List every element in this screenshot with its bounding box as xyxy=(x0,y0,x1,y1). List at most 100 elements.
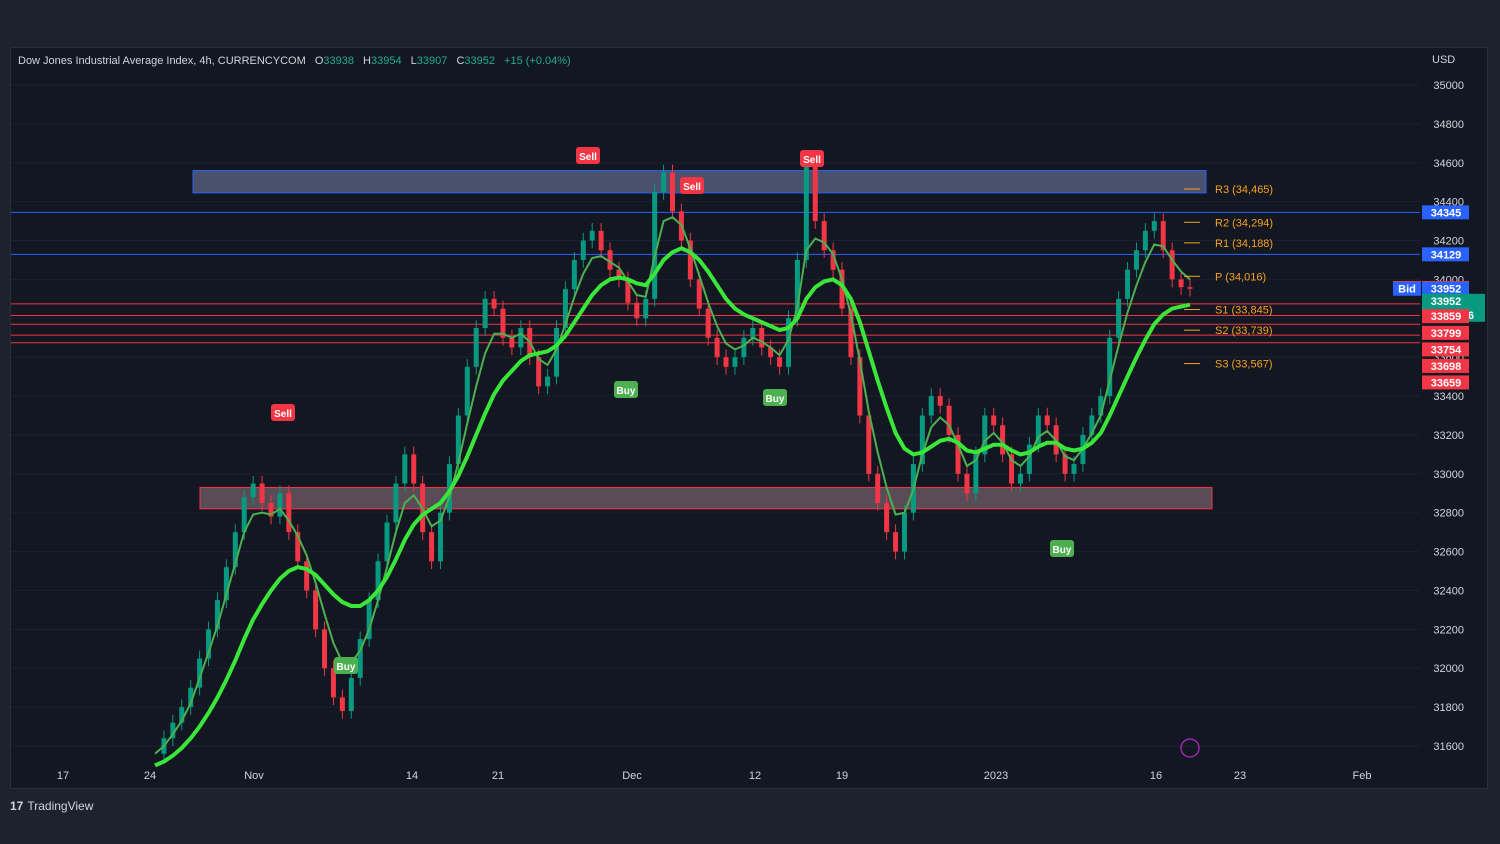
candle-body xyxy=(991,415,997,426)
x-tick-label: Feb xyxy=(1353,770,1372,782)
candle-body xyxy=(277,493,283,517)
buy-signal-label: Buy xyxy=(617,386,636,397)
y-tick-label: 31600 xyxy=(1433,741,1464,753)
candle-body xyxy=(1187,287,1193,289)
candle-body xyxy=(304,561,310,591)
candle-body xyxy=(741,337,747,358)
x-tick-label: 17 xyxy=(57,770,69,782)
y-tick-label: 31800 xyxy=(1433,702,1464,714)
price-tag-label: 33659 xyxy=(1431,377,1462,389)
open-value: 33938 xyxy=(323,55,354,67)
price-tag-label: 33754 xyxy=(1431,344,1462,356)
x-tick-label: 12 xyxy=(749,770,761,782)
candle-body xyxy=(1116,298,1122,338)
candle-body xyxy=(393,483,399,523)
sell-signal-label: Sell xyxy=(683,182,701,193)
candle-body xyxy=(384,522,390,562)
high-value: 33954 xyxy=(371,55,402,67)
candle-body xyxy=(901,512,907,552)
high-label: H xyxy=(363,55,371,67)
pivot-label: R3 (34,465) xyxy=(1215,184,1273,196)
price-tag-label: 33952 xyxy=(1431,296,1462,308)
brand-name: TradingView xyxy=(27,799,94,813)
candle-body xyxy=(1133,250,1139,270)
sell-signal-label: Sell xyxy=(579,152,597,163)
pivot-label: S2 (33,739) xyxy=(1215,325,1272,337)
candle-body xyxy=(893,532,899,552)
candle-body xyxy=(634,302,640,319)
candle-body xyxy=(402,454,408,484)
candle-body xyxy=(545,376,551,387)
candle-body xyxy=(1142,230,1148,251)
candle-body xyxy=(714,337,720,358)
candle-body xyxy=(723,357,729,367)
y-tick-label: 34200 xyxy=(1433,236,1464,248)
candle-body xyxy=(580,240,586,260)
price-tag-label: 33799 xyxy=(1431,328,1462,340)
x-tick-label: 24 xyxy=(144,770,156,782)
tradingview-logo-icon: 17 xyxy=(10,799,24,813)
change-value: +15 (+0.04%) xyxy=(504,55,571,67)
candle-body xyxy=(250,483,256,498)
pivot-label: P (34,016) xyxy=(1215,271,1266,283)
candle-body xyxy=(589,230,595,241)
candle-body xyxy=(661,172,667,192)
price-tag-label: 33859 xyxy=(1431,311,1462,323)
y-tick-label: 34600 xyxy=(1433,158,1464,170)
sell-signal-label: Sell xyxy=(803,155,821,166)
candle-body xyxy=(411,454,417,484)
pivot-label: R2 (34,294) xyxy=(1215,217,1273,229)
candle-body xyxy=(259,483,265,503)
candle-body xyxy=(1071,464,1077,474)
candle-body xyxy=(348,677,354,712)
x-tick-label: Dec xyxy=(622,770,642,782)
candle-body xyxy=(491,298,497,309)
candle-body xyxy=(812,162,818,222)
tradingview-brand: 17 TradingView xyxy=(10,799,93,813)
candle-body xyxy=(1017,473,1023,484)
x-tick-label: 2023 xyxy=(984,770,1008,782)
y-tick-label: 33000 xyxy=(1433,469,1464,481)
candle-body xyxy=(286,493,292,533)
candle-body xyxy=(1125,269,1131,299)
candle-body xyxy=(313,590,319,630)
candle-body xyxy=(884,502,890,533)
candle-body xyxy=(803,162,809,260)
candle-body xyxy=(598,230,604,251)
candle-body xyxy=(1044,415,1050,426)
candle-body xyxy=(937,396,943,406)
candle-body xyxy=(928,396,934,416)
candle-body xyxy=(643,298,649,319)
candle-body xyxy=(875,473,881,503)
side-tag-label: Bid xyxy=(1398,284,1416,296)
close-value: 33952 xyxy=(464,55,495,67)
ema-fast-line xyxy=(154,216,1191,755)
x-tick-label: 21 xyxy=(492,770,504,782)
candle-body xyxy=(536,357,542,387)
y-tick-label: 34800 xyxy=(1433,119,1464,131)
candle-body xyxy=(518,328,524,348)
x-tick-label: 19 xyxy=(836,770,848,782)
price-tag-label: 34129 xyxy=(1431,249,1462,261)
price-tag-label: 34345 xyxy=(1431,207,1462,219)
candle-body xyxy=(509,337,515,348)
candle-body xyxy=(1151,221,1157,231)
pivot-label: S3 (33,567) xyxy=(1215,359,1272,371)
y-tick-label: 33400 xyxy=(1433,391,1464,403)
x-tick-label: 16 xyxy=(1150,770,1162,782)
lightning-icon[interactable] xyxy=(1180,738,1200,758)
pivot-label: R1 (34,188) xyxy=(1215,238,1273,250)
support-zone xyxy=(199,486,1213,510)
y-tick-label: 33200 xyxy=(1433,430,1464,442)
candle-body xyxy=(759,328,765,348)
low-value: 33907 xyxy=(416,55,448,67)
y-tick-label: 32000 xyxy=(1433,663,1464,675)
chart-legend: Dow Jones Industrial Average Index, 4h, … xyxy=(18,55,571,67)
chart-canvas[interactable]: Sell Sell Sell Sell Buy Buy Buy Buy R3 (34,465) R… xyxy=(0,0,1500,844)
candle-body xyxy=(777,357,783,367)
currency-label: USD xyxy=(1432,54,1456,66)
candle-body xyxy=(464,366,470,416)
y-tick-label: 32200 xyxy=(1433,624,1464,636)
buy-signal-label: Buy xyxy=(337,662,356,673)
y-tick-label: 32600 xyxy=(1433,547,1464,559)
